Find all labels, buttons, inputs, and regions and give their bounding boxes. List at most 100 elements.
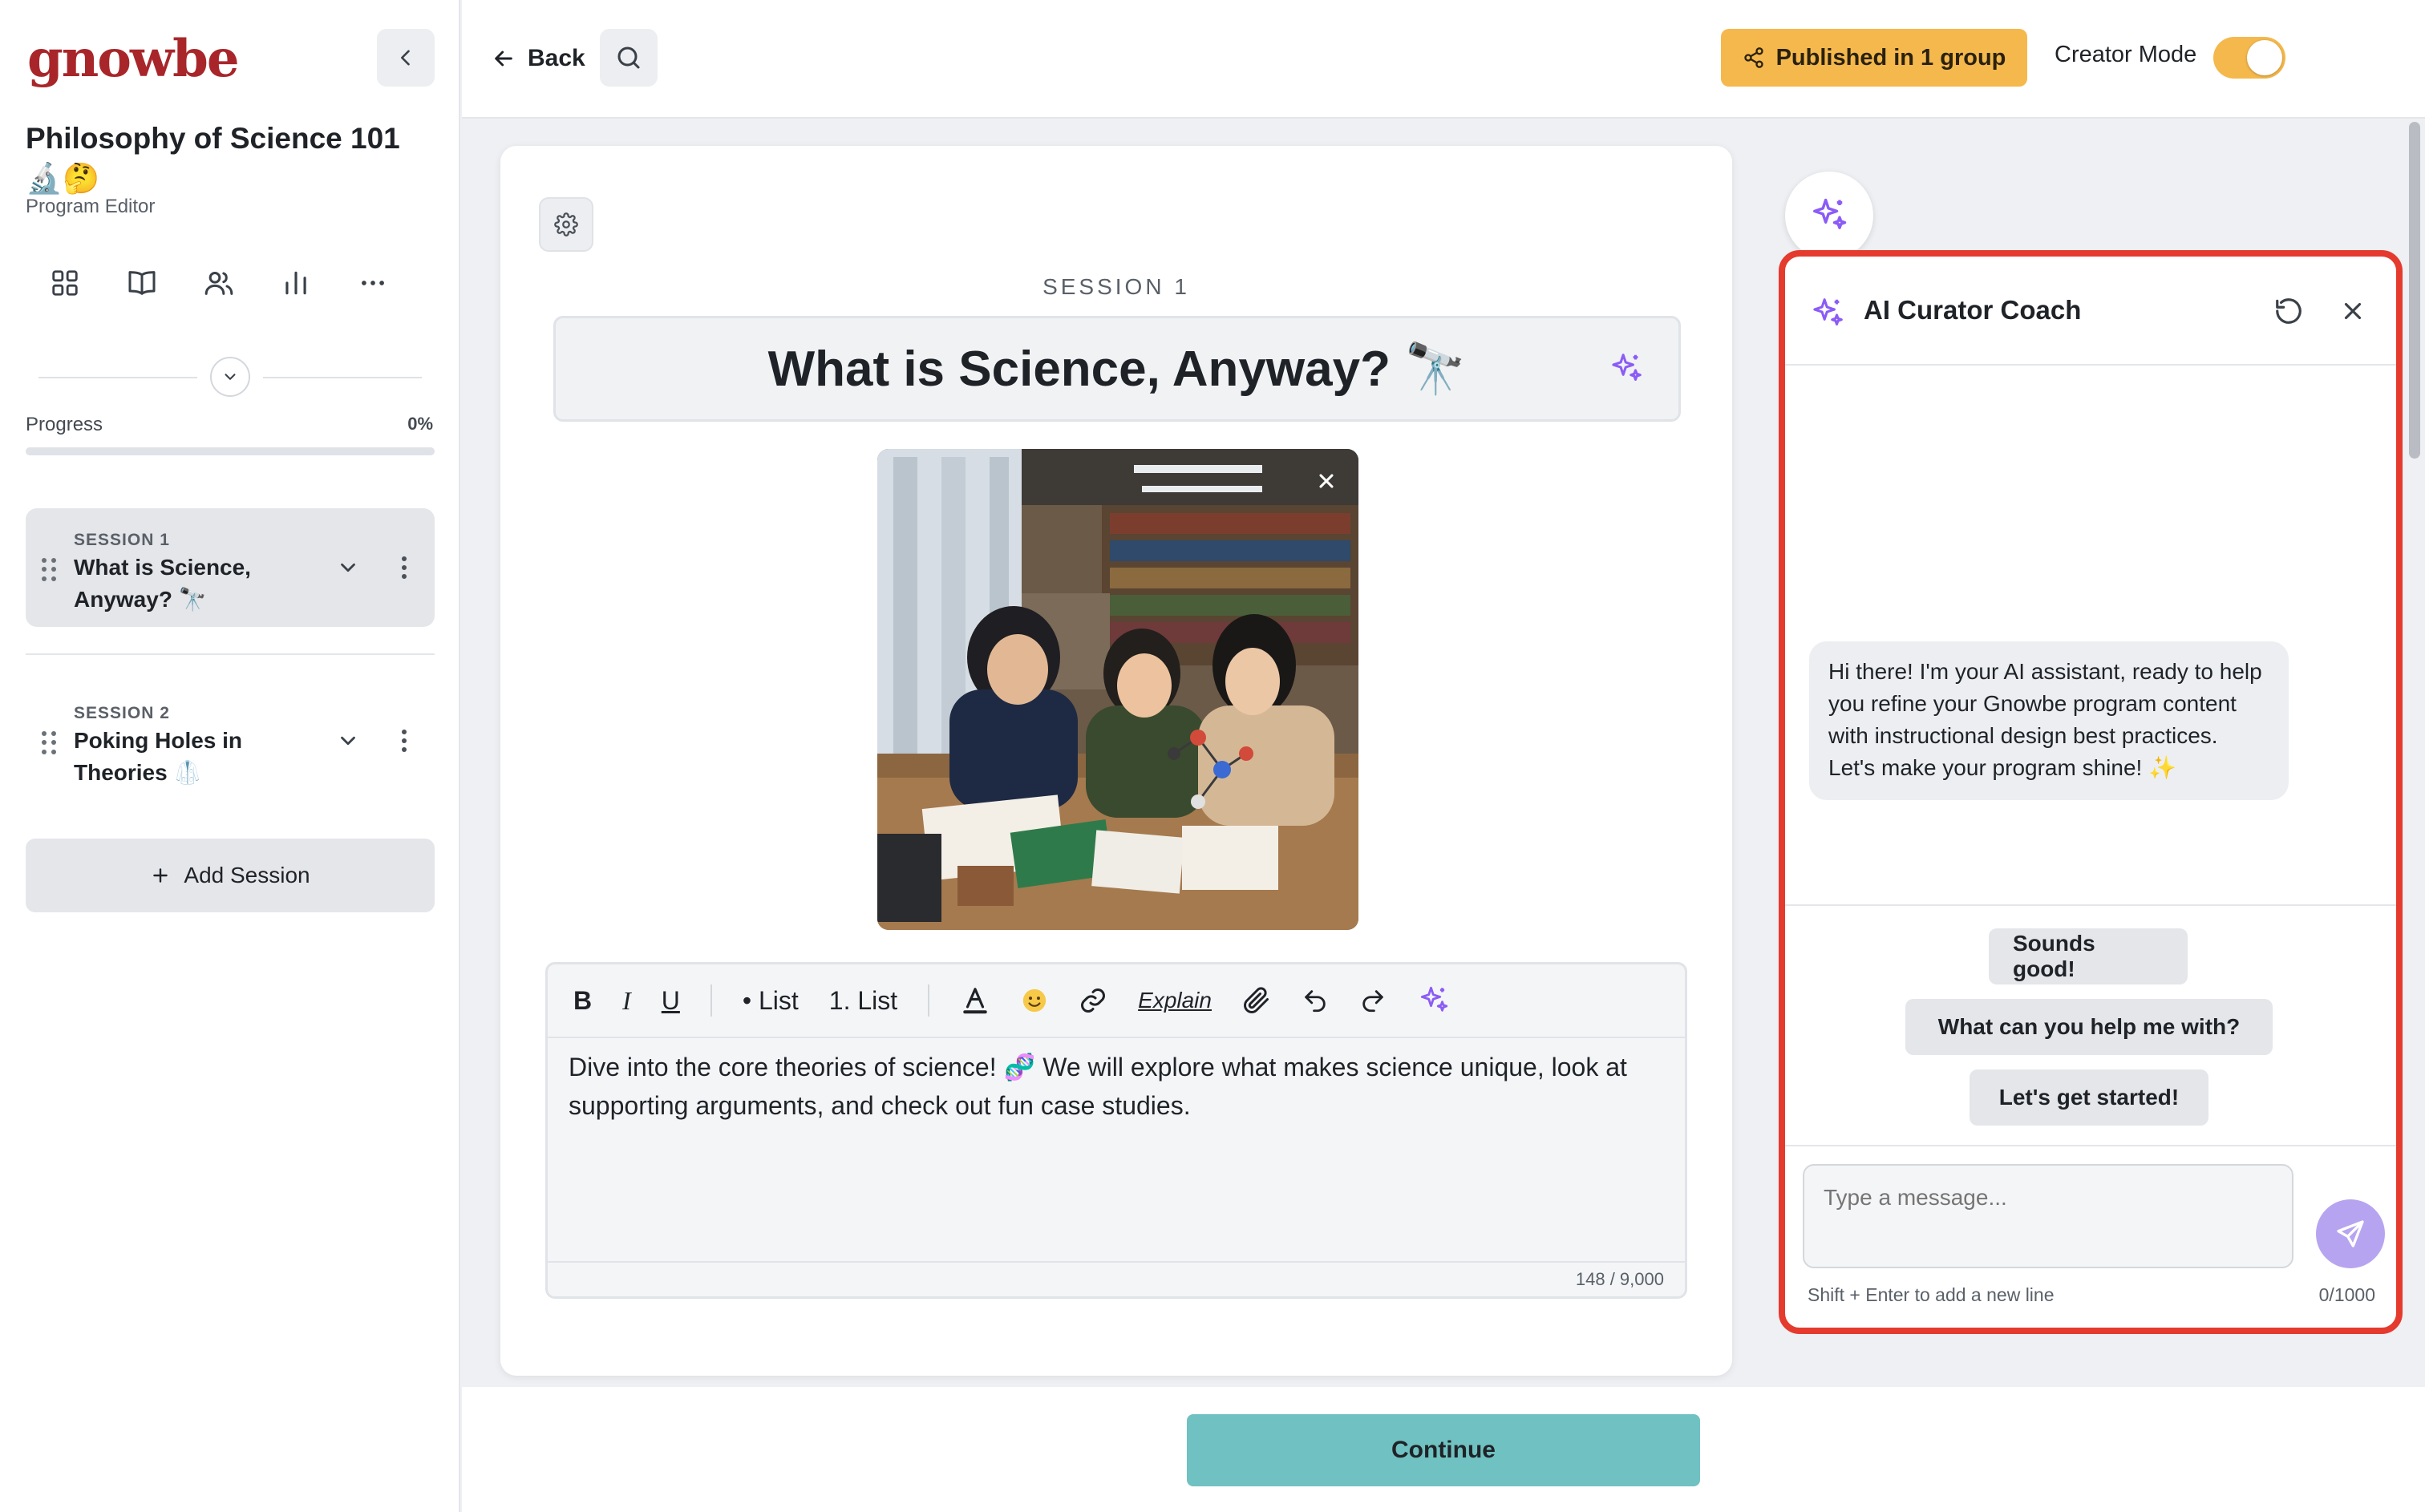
top-bar: Back Published in 1 group Creator Mode bbox=[462, 0, 2425, 119]
undo-button[interactable] bbox=[1302, 976, 1329, 1025]
add-session-button[interactable]: Add Session bbox=[26, 839, 435, 912]
continue-button[interactable]: Continue bbox=[1187, 1414, 1700, 1486]
character-count: 148 / 9,000 bbox=[1575, 1269, 1664, 1289]
search-icon bbox=[617, 46, 640, 69]
book-icon[interactable] bbox=[123, 265, 160, 301]
expand-nav-button[interactable] bbox=[210, 357, 250, 397]
close-coach-button[interactable] bbox=[2334, 292, 2372, 330]
chevron-left-icon bbox=[401, 50, 410, 66]
session-name: Poking Holes in Theories 🥼 bbox=[74, 728, 243, 785]
ai-coach-toggle-button[interactable] bbox=[1785, 172, 1873, 260]
settings-button[interactable] bbox=[539, 197, 593, 252]
drag-handle-icon[interactable] bbox=[42, 731, 58, 755]
link-button[interactable] bbox=[1079, 976, 1107, 1025]
progress-bar bbox=[26, 447, 435, 455]
ai-assist-button[interactable] bbox=[1417, 976, 1451, 1025]
sidebar-nav bbox=[47, 265, 391, 301]
chart-icon[interactable] bbox=[277, 265, 314, 301]
collapse-sidebar-button[interactable] bbox=[377, 29, 435, 87]
session-body-text[interactable]: Dive into the core theories of science! … bbox=[569, 1048, 1667, 1125]
chevron-down-icon bbox=[341, 736, 355, 746]
toolbar-separator bbox=[928, 984, 930, 1017]
italic-button[interactable]: I bbox=[622, 976, 631, 1025]
suggestion-chip[interactable]: Let's get started! bbox=[1970, 1069, 2208, 1126]
input-hint: Shift + Enter to add a new line bbox=[1808, 1284, 2055, 1305]
editor-toolbar: B I U • List 1. List Explain bbox=[548, 964, 1685, 1038]
creator-mode-label: Creator Mode bbox=[2055, 42, 2197, 67]
message-input[interactable] bbox=[1803, 1164, 2293, 1268]
nav-divider bbox=[38, 353, 422, 397]
ai-sparkle-icon bbox=[1809, 295, 1846, 336]
session-editor: SESSION 1 What is Science, Anyway? 🔭 B I… bbox=[500, 146, 1732, 1376]
search-button[interactable] bbox=[600, 29, 658, 87]
ai-sparkle-icon bbox=[1813, 198, 1847, 229]
send-icon bbox=[2337, 1220, 2364, 1247]
paperclip-icon bbox=[1244, 987, 1269, 1013]
toggle-knob bbox=[2247, 40, 2282, 75]
chevron-down-icon bbox=[225, 374, 236, 380]
suggestion-chip[interactable]: Sounds good! bbox=[1989, 928, 2188, 984]
close-icon bbox=[2344, 302, 2362, 320]
close-icon bbox=[1319, 474, 1334, 488]
reset-chat-button[interactable] bbox=[2269, 292, 2308, 330]
program-subtitle: Program Editor bbox=[26, 196, 156, 217]
session-label: SESSION 1 bbox=[1042, 274, 1190, 299]
grid-icon[interactable] bbox=[47, 265, 83, 301]
session-more-button[interactable] bbox=[396, 726, 412, 755]
arrow-left-icon bbox=[495, 51, 512, 67]
text-color-icon bbox=[963, 988, 987, 1014]
session-title-field[interactable]: What is Science, Anyway? 🔭 bbox=[553, 316, 1681, 422]
bold-button[interactable]: B bbox=[573, 976, 592, 1025]
ai-sparkle-icon bbox=[1420, 986, 1448, 1012]
published-button[interactable]: Published in 1 group bbox=[1721, 29, 2027, 87]
gnowbe-logo[interactable]: gnowbe bbox=[27, 29, 240, 90]
back-label: Back bbox=[528, 45, 585, 71]
plus-icon bbox=[153, 868, 168, 883]
sidebar: gnowbe Philosophy of Science 101 🔬🤔 Prog… bbox=[0, 0, 460, 1512]
bullet-list-button[interactable]: • List bbox=[743, 976, 799, 1025]
users-icon[interactable] bbox=[200, 265, 237, 301]
session-kicker: SESSION 1 bbox=[74, 531, 170, 549]
undo-icon bbox=[1305, 990, 1326, 1013]
more-icon[interactable] bbox=[354, 265, 391, 301]
progress-value: 0% bbox=[407, 414, 433, 434]
explain-button[interactable]: Explain bbox=[1138, 976, 1212, 1025]
session-expand-button[interactable] bbox=[334, 553, 362, 582]
ai-sparkle-icon[interactable] bbox=[1608, 350, 1645, 391]
numbered-list-button[interactable]: 1. List bbox=[829, 976, 897, 1025]
attach-button[interactable] bbox=[1242, 976, 1271, 1025]
session-item-1[interactable]: SESSION 1 What is Science, Anyway? 🔭 bbox=[26, 508, 435, 627]
ai-coach-title: AI Curator Coach bbox=[1864, 295, 2082, 325]
session-expand-button[interactable] bbox=[334, 726, 362, 755]
coach-divider bbox=[1785, 1145, 2396, 1146]
creator-mode-toggle[interactable] bbox=[2213, 37, 2285, 79]
add-session-label: Add Session bbox=[184, 863, 310, 887]
redo-button[interactable] bbox=[1359, 976, 1387, 1025]
session-kicker: SESSION 2 bbox=[74, 704, 170, 722]
session-cover-image[interactable] bbox=[877, 449, 1358, 930]
session-divider bbox=[26, 653, 435, 655]
underline-button[interactable]: U bbox=[662, 976, 680, 1025]
drag-handle-icon[interactable] bbox=[42, 558, 58, 582]
redo-icon bbox=[1362, 990, 1383, 1013]
session-name: What is Science, Anyway? 🔭 bbox=[74, 555, 251, 612]
suggestion-chip[interactable]: What can you help me with? bbox=[1905, 999, 2273, 1055]
session-item-2[interactable]: SESSION 2 Poking Holes in Theories 🥼 bbox=[26, 681, 435, 800]
assistant-message: Hi there! I'm your AI assistant, ready t… bbox=[1809, 641, 2289, 800]
session-title: What is Science, Anyway? 🔭 bbox=[767, 341, 1467, 397]
emoji-button[interactable] bbox=[1021, 976, 1048, 1025]
link-icon bbox=[1081, 988, 1106, 1013]
text-color-button[interactable] bbox=[960, 976, 990, 1025]
back-button[interactable]: Back bbox=[491, 35, 585, 82]
page-scrollbar[interactable] bbox=[2409, 122, 2420, 459]
chevron-down-icon bbox=[341, 563, 355, 572]
progress-label: Progress bbox=[26, 414, 103, 435]
students-library-illustration bbox=[877, 449, 1358, 930]
rich-text-editor: B I U • List 1. List Explain Dive into t… bbox=[545, 962, 1687, 1299]
send-message-button[interactable] bbox=[2316, 1199, 2385, 1268]
message-char-count: 0/1000 bbox=[2318, 1284, 2375, 1305]
footer-bar: Continue bbox=[462, 1387, 2425, 1512]
session-more-button[interactable] bbox=[396, 553, 412, 582]
remove-image-button[interactable] bbox=[1310, 465, 1342, 497]
coach-divider bbox=[1785, 904, 2396, 906]
